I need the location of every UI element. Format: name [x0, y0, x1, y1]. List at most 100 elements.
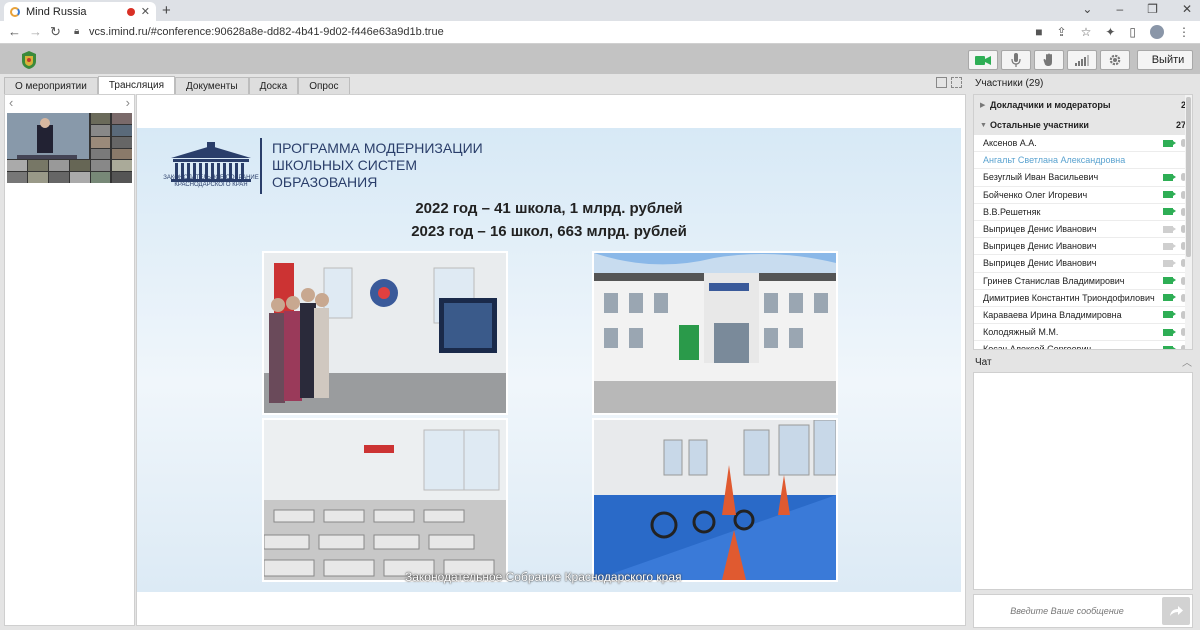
share-icon[interactable]: ⇪ — [1057, 25, 1067, 39]
close-tab-icon[interactable]: ✕ — [141, 5, 150, 18]
camera-permission-icon[interactable]: ■ — [1035, 25, 1042, 39]
sidebar-icon[interactable]: ▯ — [1129, 25, 1136, 39]
participant-rows: Аксенов А.А. Ангальт Светлана Александров… — [974, 135, 1192, 349]
group-name: Докладчики и модераторы — [990, 100, 1111, 110]
exit-button[interactable]: Выйти — [1137, 50, 1193, 70]
tab-whiteboard[interactable]: Доска — [248, 77, 299, 94]
send-button[interactable] — [1162, 597, 1190, 625]
participant-camera-icon — [1163, 345, 1176, 349]
participants-list: ▶ Докладчики и модераторы 2 ▼ Остальные … — [973, 94, 1193, 350]
chevron-down-icon: ▼ — [980, 121, 987, 129]
participant-camera-icon — [1163, 225, 1176, 233]
tab-about-event[interactable]: О мероприятии — [4, 77, 98, 94]
tab-documents[interactable]: Документы — [175, 77, 249, 94]
tab-poll[interactable]: Опрос — [298, 77, 350, 94]
url-field[interactable]: vcs.imind.ru/#conference:90628a8e-dd82-4… — [89, 26, 444, 38]
krasnodar-emblem-icon — [22, 51, 36, 69]
participant-name: Ангальт Светлана Александровна — [983, 155, 1126, 166]
window-controls: ⌄ – ❐ ✕ — [1082, 2, 1192, 16]
reload-icon[interactable]: ↻ — [50, 24, 61, 40]
camera-icon — [975, 55, 991, 65]
browser-tab[interactable]: Mind Russia ✕ — [4, 2, 156, 21]
raise-hand-icon — [1043, 53, 1052, 66]
participant-row[interactable]: Косач Алексей Сергеевич — [974, 341, 1192, 349]
menu-icon[interactable]: ⋮ — [1178, 25, 1190, 39]
group-other-participants[interactable]: ▼ Остальные участники 27 — [974, 115, 1192, 135]
layout-icon[interactable] — [936, 77, 947, 88]
conference-tabs: О мероприятии Трансляция Документы Доска… — [4, 76, 350, 94]
video-grid-image — [7, 113, 132, 183]
fullscreen-icon[interactable] — [951, 77, 962, 88]
chat-message-input[interactable] — [974, 595, 1160, 627]
camera-button[interactable] — [968, 50, 998, 70]
participant-camera-icon — [1163, 328, 1176, 336]
chat-title: Чат — [975, 356, 992, 368]
participant-row[interactable]: Выприцев Денис Иванович — [974, 238, 1192, 256]
participant-name: Караваева Ирина Владимировна — [983, 309, 1122, 320]
microphone-button[interactable] — [1001, 50, 1031, 70]
participants-scrollbar[interactable] — [1185, 95, 1192, 349]
minimize-icon[interactable]: – — [1116, 2, 1123, 16]
participant-name: Колодяжный М.М. — [983, 327, 1059, 338]
broadcast-stage[interactable]: ЗАКОНОДАТЕЛЬНОЕ СОБРАНИЕ КРАСНОДАРСКОГО … — [136, 94, 966, 626]
tab-search-icon[interactable]: ⌄ — [1082, 2, 1092, 16]
sidebar-panel: Участники (29) ▶ Докладчики и модераторы… — [970, 74, 1200, 630]
participant-row[interactable]: Караваева Ирина Владимировна — [974, 307, 1192, 325]
participant-row[interactable]: Безуглый Иван Васильевич — [974, 169, 1192, 187]
lock-icon[interactable]: 🔒︎ — [74, 26, 79, 37]
participant-row[interactable]: Бойченко Олег Игоревич — [974, 187, 1192, 204]
scrollbar-thumb[interactable] — [1186, 97, 1191, 257]
program-title: ПРОГРАММА МОДЕРНИЗАЦИИ ШКОЛЬНЫХ СИСТЕМ О… — [272, 140, 483, 190]
chevron-right-icon: ▶ — [980, 102, 986, 109]
participants-title: Участники (29) — [975, 78, 1044, 89]
participant-name: Гринев Станислав Владимирович — [983, 275, 1125, 286]
microphone-icon — [1011, 53, 1021, 67]
photo-robotics-lab — [264, 420, 506, 580]
slide-line-2022: 2022 год – 41 школа, 1 млрд. рублей — [415, 200, 683, 217]
new-tab-icon[interactable]: + — [162, 2, 171, 19]
browser-tabbar: Mind Russia ✕ + ⌄ – ❐ ✕ — [0, 0, 1200, 21]
collapse-chevron-up-icon[interactable]: ︿ — [1182, 354, 1192, 369]
participant-camera-icon — [1163, 277, 1176, 285]
back-icon[interactable]: ← — [8, 24, 21, 39]
participant-camera-icon — [1163, 294, 1176, 302]
participant-camera-icon — [1163, 173, 1176, 181]
raise-hand-button[interactable] — [1034, 50, 1064, 70]
tab-title: Mind Russia — [26, 5, 87, 18]
chevron-right-icon[interactable]: › — [126, 95, 130, 110]
participant-row[interactable]: Гринев Станислав Владимирович — [974, 273, 1192, 290]
participant-name: Безуглый Иван Васильевич — [983, 172, 1099, 183]
participant-row[interactable]: В.В.Решетняк — [974, 204, 1192, 221]
settings-gear-icon — [1109, 54, 1121, 66]
group-speakers-moderators[interactable]: ▶ Докладчики и модераторы 2 — [974, 95, 1192, 115]
chevron-left-icon[interactable]: ‹ — [9, 95, 13, 110]
profile-icon[interactable] — [1150, 25, 1164, 39]
participant-row[interactable]: Аксенов А.А. — [974, 135, 1192, 153]
slide-line-2023: 2023 год – 16 школ, 663 млрд. рублей — [411, 223, 687, 240]
settings-button[interactable] — [1100, 50, 1130, 70]
participant-row[interactable]: Выприцев Денис Иванович — [974, 221, 1192, 239]
restore-icon[interactable]: ❐ — [1147, 2, 1158, 16]
participant-name: В.В.Решетняк — [983, 206, 1041, 217]
recording-icon — [126, 7, 135, 16]
bookmark-star-icon[interactable]: ☆ — [1081, 25, 1092, 39]
slide-divider — [260, 138, 262, 194]
video-grid-thumbnail[interactable] — [7, 113, 132, 183]
participant-row[interactable]: Выприцев Денис Иванович — [974, 255, 1192, 273]
close-window-icon[interactable]: ✕ — [1182, 2, 1192, 16]
photo-school-building — [594, 253, 836, 413]
signal-button[interactable] — [1067, 50, 1097, 70]
participant-camera-icon — [1163, 311, 1176, 319]
participant-row[interactable]: Колодяжный М.М. — [974, 324, 1192, 342]
layout-controls — [936, 77, 962, 88]
participant-camera-icon — [1163, 139, 1176, 147]
extensions-icon[interactable]: ✦ — [1105, 25, 1115, 39]
participant-row[interactable]: Ангальт Светлана Александровна — [974, 152, 1192, 170]
broadcast-caption: Законодательное Собрание Краснодарского … — [405, 570, 682, 584]
tab-broadcast[interactable]: Трансляция — [97, 76, 176, 94]
address-bar: ← → ↻ 🔒︎ vcs.imind.ru/#conference:90628a… — [0, 21, 1200, 44]
forward-icon[interactable]: → — [29, 24, 42, 39]
participant-row[interactable]: Димитриев Константин Триондофилович — [974, 290, 1192, 307]
photo-classroom-visit — [264, 253, 506, 413]
participant-name: Бойченко Олег Игоревич — [983, 189, 1088, 200]
